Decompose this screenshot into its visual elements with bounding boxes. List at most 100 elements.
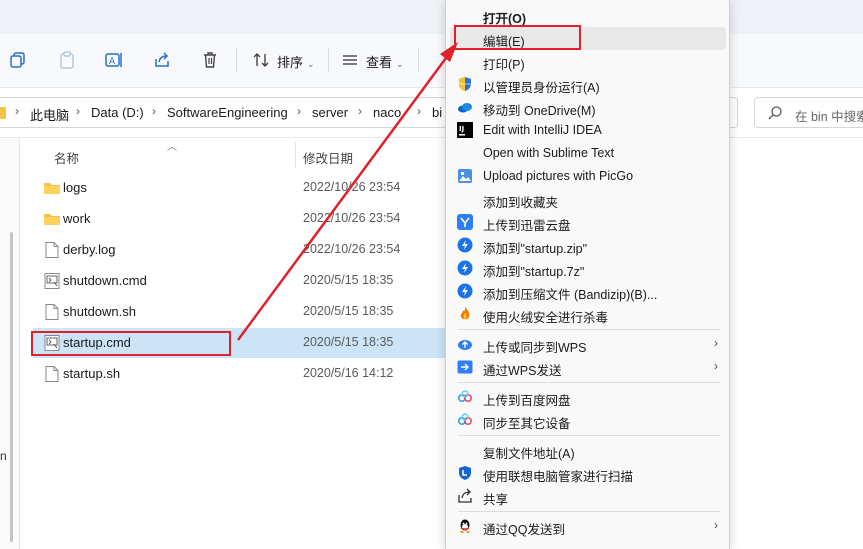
- menu-item-label: 添加到收藏夹: [483, 196, 559, 210]
- menu-item[interactable]: 编辑(E): [450, 27, 726, 50]
- wps-cloud-icon: [457, 336, 473, 352]
- file-icon: [43, 365, 61, 383]
- file-row[interactable]: startup.sh 2020/5/16 14:12: [33, 359, 445, 389]
- menu-item-label: 使用火绒安全进行杀毒: [483, 311, 609, 325]
- crumb-software-engineering[interactable]: SoftwareEngineering: [167, 105, 288, 120]
- menu-item[interactable]: IJ Edit with IntelliJ IDEA: [450, 119, 726, 142]
- chevron-right-icon: ›: [15, 104, 19, 118]
- menu-item[interactable]: 打印(P): [450, 50, 726, 73]
- menu-item[interactable]: 添加到"startup.7z": [450, 257, 726, 280]
- folder-icon: [0, 107, 6, 119]
- menu-item[interactable]: 同步至其它设备: [450, 409, 726, 432]
- nav-scrollbar[interactable]: [10, 232, 13, 542]
- folder-icon: [43, 210, 61, 228]
- menu-item-label: 添加到"startup.zip": [483, 242, 588, 256]
- menu-item[interactable]: 上传到百度网盘: [450, 386, 726, 409]
- menu-item[interactable]: 添加到收藏夹: [450, 188, 726, 211]
- menu-item[interactable]: 添加到压缩文件 (Bandizip)(B)...: [450, 280, 726, 303]
- column-divider[interactable]: [295, 142, 296, 168]
- file-row[interactable]: shutdown.cmd 2020/5/15 18:35: [33, 266, 445, 296]
- wps-send-icon: [457, 359, 473, 375]
- menu-item-label: 打印(P): [483, 58, 525, 72]
- crumb-server[interactable]: server: [312, 105, 348, 120]
- menu-item[interactable]: 上传到迅雷云盘: [450, 211, 726, 234]
- file-row[interactable]: work 2022/10/26 23:54: [33, 204, 445, 234]
- toolbar-separator: [328, 48, 329, 72]
- file-name: logs: [63, 180, 87, 195]
- menu-item[interactable]: 共享: [450, 485, 726, 508]
- share-toolbar-icon[interactable]: [152, 50, 172, 70]
- rename-icon[interactable]: A: [104, 50, 124, 70]
- menu-item-label: Open with Sublime Text: [483, 146, 615, 160]
- menu-item-label: 编辑(E): [483, 35, 525, 49]
- menu-item[interactable]: Upload pictures with PicGo: [450, 165, 726, 188]
- menu-item-label: 添加到压缩文件 (Bandizip)(B)...: [483, 288, 658, 302]
- menu-item-label: 上传到百度网盘: [483, 394, 571, 408]
- crumb-data-d[interactable]: Data (D:): [91, 105, 144, 120]
- search-placeholder: 在 bin 中搜索: [795, 110, 863, 124]
- file-row[interactable]: shutdown.sh 2020/5/15 18:35: [33, 297, 445, 327]
- bandizip-icon: [457, 260, 473, 276]
- nav-item-fragment[interactable]: n: [0, 449, 7, 463]
- menu-item[interactable]: 使用火绒安全进行杀毒: [450, 303, 726, 326]
- file-row[interactable]: logs 2022/10/26 23:54: [33, 173, 445, 203]
- column-header-name[interactable]: 名称: [54, 148, 79, 167]
- sort-label: 排序: [277, 55, 304, 70]
- lenovo-shield-icon: [457, 465, 473, 481]
- chevron-right-icon: ›: [417, 104, 421, 118]
- menu-item-label: 通过QQ发送到: [483, 523, 565, 537]
- crumb-nacos[interactable]: naco: [373, 105, 401, 120]
- menu-item[interactable]: 移动到 OneDrive(M): [450, 96, 726, 119]
- delete-icon[interactable]: [200, 50, 220, 70]
- crumb-this-pc[interactable]: 此电脑: [30, 105, 69, 124]
- menu-item-label: Upload pictures with PicGo: [483, 169, 634, 183]
- toolbar-separator: [236, 48, 237, 72]
- menu-item[interactable]: 复制文件地址(A): [450, 439, 726, 462]
- huorong-icon: [457, 306, 473, 322]
- paste-icon[interactable]: [57, 50, 77, 70]
- chevron-right-icon: ›: [76, 104, 80, 118]
- file-row[interactable]: derby.log 2022/10/26 23:54: [33, 235, 445, 265]
- sort-button[interactable]: 排序 ⌄: [277, 52, 315, 71]
- menu-item[interactable]: Open with Sublime Text: [450, 142, 726, 165]
- chevron-down-icon: ⌄: [396, 59, 404, 69]
- menu-item[interactable]: 打开(O): [450, 4, 726, 27]
- sort-ascending-icon: ︿: [167, 142, 177, 153]
- menu-item-label: 上传或同步到WPS: [483, 341, 587, 355]
- sort-icon[interactable]: [251, 50, 271, 70]
- menu-item[interactable]: 使用联想电脑管家进行扫描: [450, 462, 726, 485]
- view-button[interactable]: 查看 ⌄: [366, 52, 404, 71]
- copy-icon[interactable]: [8, 50, 28, 70]
- column-header-modified[interactable]: 修改日期: [303, 148, 353, 167]
- qq-icon: [457, 518, 473, 534]
- crumb-bin[interactable]: bi: [432, 105, 442, 120]
- picgo-icon: [457, 168, 473, 184]
- menu-item-label: 共享: [483, 493, 509, 507]
- view-icon[interactable]: [340, 50, 360, 70]
- menu-item[interactable]: 添加到"startup.zip": [450, 234, 726, 257]
- menu-item-label: 打开(O): [483, 12, 527, 26]
- chevron-right-icon: ›: [358, 104, 362, 118]
- share-icon: [457, 488, 473, 504]
- file-modified-date: 2022/10/26 23:54: [303, 180, 401, 194]
- context-menu: 打开(O) 编辑(E) 打印(P) 以管理员身份运行(A) 移动到 OneDrive(M…: [445, 0, 730, 549]
- menu-item[interactable]: 通过QQ发送到 ›: [450, 515, 726, 538]
- folder-icon: [43, 179, 61, 197]
- file-name: derby.log: [63, 242, 116, 257]
- title-bar: [0, 0, 863, 34]
- menu-item-label: 使用联想电脑管家进行扫描: [483, 470, 634, 484]
- menu-item[interactable]: 以管理员身份运行(A): [450, 73, 726, 96]
- menu-item[interactable]: 上传或同步到WPS ›: [450, 333, 726, 356]
- script-file-icon: [43, 334, 61, 352]
- menu-item[interactable]: 通过WPS发送 ›: [450, 356, 726, 379]
- chevron-right-icon: ›: [297, 104, 301, 118]
- xunlei-icon: [457, 214, 473, 230]
- bandizip-icon: [457, 283, 473, 299]
- file-icon: [43, 241, 61, 259]
- file-row[interactable]: startup.cmd 2020/5/15 18:35: [33, 328, 445, 358]
- view-label: 查看: [366, 55, 393, 70]
- file-name: shutdown.sh: [63, 304, 136, 319]
- chevron-right-icon: ›: [714, 518, 718, 532]
- file-name: startup.cmd: [63, 335, 131, 350]
- toolbar-separator: [418, 48, 419, 72]
